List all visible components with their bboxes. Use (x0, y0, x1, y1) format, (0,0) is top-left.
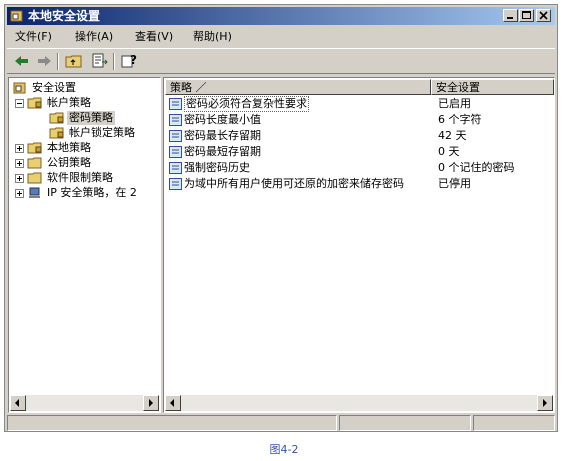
svg-text:?: ? (130, 53, 137, 67)
policy-name: 密码最长存留期 (184, 129, 261, 142)
computer-network-icon (29, 187, 40, 198)
policy-icon (169, 114, 182, 126)
column-header-policy[interactable]: 策略 ／ (165, 79, 431, 95)
policy-name: 密码最短存留期 (184, 145, 261, 158)
tree-pane[interactable]: 安全设置 帐户策略 密码策略 帐户锁定策略 本地策略 公钥策略 软件限制策略 I… (8, 77, 161, 413)
scroll-left-button[interactable] (165, 395, 181, 411)
policy-list-pane[interactable]: 策略 ／ 安全设置 密码必须符合复杂性要求 已启用 密码长度最小值 6 个字符 … (163, 77, 555, 413)
close-icon (539, 11, 548, 20)
maximize-icon (522, 11, 531, 19)
folder-lock-icon (27, 97, 42, 109)
tree-label: 软件限制策略 (47, 171, 113, 184)
status-cell (473, 415, 555, 431)
table-row[interactable]: 密码最短存留期 0 天 (166, 144, 558, 160)
app-icon (10, 10, 23, 22)
export-list-icon[interactable] (91, 53, 109, 69)
expand-toggle[interactable] (15, 189, 24, 198)
maximize-button[interactable] (519, 9, 534, 22)
policy-name: 密码长度最小值 (184, 113, 261, 126)
tree-label: 密码策略 (67, 111, 115, 125)
right-arrow-icon (149, 399, 153, 407)
status-bar (7, 415, 555, 431)
table-row[interactable]: 强制密码历史 0 个记住的密码 (166, 160, 558, 176)
toolbar: ? (7, 48, 555, 74)
title-bar[interactable]: 本地安全设置 (7, 7, 555, 25)
left-arrow-icon (170, 399, 174, 407)
policy-value: 已停用 (438, 177, 471, 190)
folder-lock-icon (49, 127, 64, 139)
column-header-security-setting[interactable]: 安全设置 (431, 79, 554, 95)
scroll-left-button[interactable] (10, 395, 26, 411)
folder-icon (27, 157, 42, 169)
policy-value: 0 天 (438, 145, 460, 158)
security-settings-icon (13, 82, 26, 94)
status-cell (7, 415, 337, 431)
status-cell (339, 415, 471, 431)
menu-file[interactable]: 文件(F) (15, 30, 52, 44)
tree-label: 帐户策略 (47, 96, 91, 109)
menu-bar: 文件(F) 操作(A) 查看(V) 帮助(H) (7, 27, 555, 47)
policy-value: 42 天 (438, 129, 467, 142)
collapse-toggle[interactable] (15, 99, 24, 108)
policy-icon (169, 146, 182, 158)
minimize-button[interactable] (503, 9, 518, 22)
minimize-icon (507, 17, 513, 19)
close-button[interactable] (536, 9, 551, 22)
expand-toggle[interactable] (15, 174, 24, 183)
back-arrow-icon[interactable] (13, 53, 31, 69)
folder-icon (27, 172, 42, 184)
list-horizontal-scrollbar[interactable] (165, 395, 553, 411)
policy-icon (169, 98, 182, 110)
expand-toggle[interactable] (15, 159, 24, 168)
policy-name: 密码必须符合复杂性要求 (184, 96, 309, 112)
policy-icon (169, 162, 182, 174)
table-row[interactable]: 为域中所有用户使用可还原的加密来储存密码 已停用 (166, 176, 558, 192)
right-arrow-icon (543, 399, 547, 407)
forward-arrow-icon[interactable] (35, 53, 53, 69)
table-row[interactable]: 密码必须符合复杂性要求 已启用 (166, 96, 558, 112)
figure-caption: 图4-2 (269, 443, 299, 456)
scroll-right-button[interactable] (143, 395, 159, 411)
policy-name: 为域中所有用户使用可还原的加密来储存密码 (184, 177, 404, 190)
policy-icon (169, 130, 182, 142)
menu-view[interactable]: 查看(V) (135, 30, 173, 44)
policy-icon (169, 178, 182, 190)
folder-lock-icon (49, 112, 64, 124)
menu-action[interactable]: 操作(A) (75, 30, 113, 44)
tree-horizontal-scrollbar[interactable] (10, 395, 159, 411)
tree-label: 公钥策略 (47, 156, 91, 169)
policy-value: 6 个字符 (438, 113, 482, 126)
scroll-right-button[interactable] (537, 395, 553, 411)
policy-value: 0 个记住的密码 (438, 161, 515, 174)
table-row[interactable]: 密码长度最小值 6 个字符 (166, 112, 558, 128)
help-icon[interactable]: ? (121, 53, 139, 69)
toolbar-separator (113, 53, 115, 70)
table-row[interactable]: 密码最长存留期 42 天 (166, 128, 558, 144)
toolbar-separator (57, 53, 59, 70)
left-arrow-icon (15, 399, 19, 407)
tree-label: 帐户锁定策略 (69, 126, 135, 139)
folder-lock-icon (27, 142, 42, 154)
tree-label: 安全设置 (32, 81, 76, 94)
policy-value: 已启用 (438, 97, 471, 110)
menu-help[interactable]: 帮助(H) (193, 30, 232, 44)
tree-label: IP 安全策略，在 2 (47, 186, 137, 199)
up-folder-icon[interactable] (65, 53, 83, 69)
local-security-settings-window: 本地安全设置 文件(F) 操作(A) 查看(V) 帮助(H) ? 安全设置 帐户… (4, 4, 558, 432)
window-title: 本地安全设置 (28, 9, 101, 23)
tree-label: 本地策略 (47, 141, 91, 154)
policy-name: 强制密码历史 (184, 161, 250, 174)
expand-toggle[interactable] (15, 144, 24, 153)
